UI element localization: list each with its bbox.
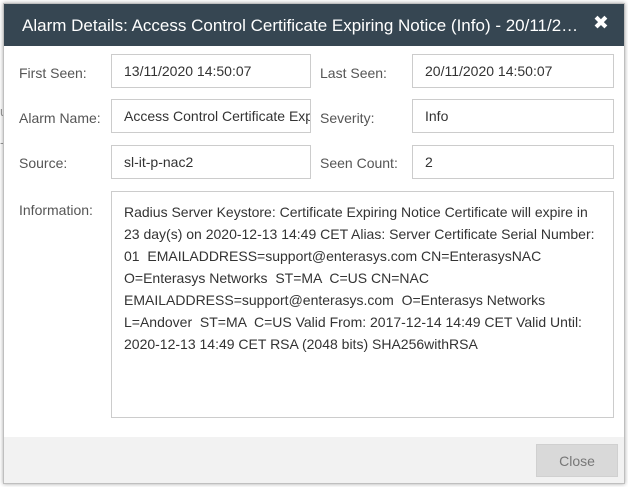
dialog-footer: Close xyxy=(4,437,624,483)
last-seen-label: Last Seen: xyxy=(320,65,387,81)
severity-field[interactable]: Info xyxy=(412,99,614,133)
seen-count-label: Seen Count: xyxy=(320,155,398,171)
source-label: Source: xyxy=(19,155,68,171)
first-seen-field[interactable]: 13/11/2020 14:50:07 xyxy=(111,54,311,88)
alarm-details-dialog: Alarm Details: Access Control Certificat… xyxy=(3,3,625,484)
source-field[interactable]: sl-it-p-nac2 xyxy=(111,145,311,179)
close-icon[interactable]: ✖ xyxy=(591,13,611,35)
dialog-title: Alarm Details: Access Control Certificat… xyxy=(22,16,587,35)
alarm-name-label: Alarm Name: xyxy=(19,110,101,126)
severity-label: Severity: xyxy=(320,110,375,126)
seen-count-field[interactable]: 2 xyxy=(412,145,614,179)
close-button[interactable]: Close xyxy=(536,444,618,477)
first-seen-label: First Seen: xyxy=(19,65,87,81)
information-label: Information: xyxy=(19,202,93,218)
alarm-name-field[interactable]: Access Control Certificate Expiring Noti… xyxy=(111,99,311,133)
information-textarea[interactable]: Radius Server Keystore: Certificate Expi… xyxy=(111,191,614,418)
dialog-titlebar: Alarm Details: Access Control Certificat… xyxy=(4,4,624,46)
last-seen-field[interactable]: 20/11/2020 14:50:07 xyxy=(412,54,614,88)
